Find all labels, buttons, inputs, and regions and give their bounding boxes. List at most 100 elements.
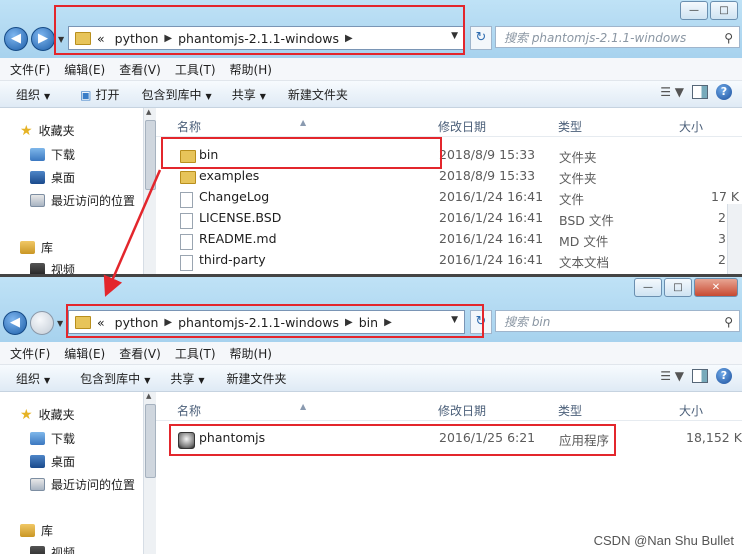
nav-videos[interactable]: 视频: [30, 544, 75, 554]
nav-recent-places[interactable]: 最近访问的位置: [30, 192, 135, 209]
menu-edit[interactable]: 编辑(E): [64, 345, 105, 362]
refresh-button[interactable]: ↻: [470, 26, 492, 50]
preview-pane-icon[interactable]: [692, 369, 708, 383]
menu-view[interactable]: 查看(V): [119, 61, 161, 78]
navigation-pane: ★ 收藏夹 下载 桌面 最近访问的位置 库 视频 ▲: [0, 108, 156, 274]
nav-desktop[interactable]: 桌面: [30, 169, 75, 186]
column-type[interactable]: 类型: [558, 402, 582, 419]
command-bar: 组织 ▼ ▣ 打开 包含到库中 ▼ 共享 ▼ 新建文件夹 ☰ ▼ ?: [0, 81, 742, 108]
recent-places-icon: [30, 478, 45, 491]
column-modified[interactable]: 修改日期: [438, 402, 486, 419]
nav-favorites[interactable]: ★ 收藏夹: [20, 406, 75, 423]
include-in-library-button[interactable]: 包含到库中 ▼: [142, 86, 212, 103]
menu-view[interactable]: 查看(V): [119, 345, 161, 362]
chevron-down-icon: ▼: [205, 91, 212, 101]
navigation-pane: ★ 收藏夹 下载 桌面 最近访问的位置 库 视频 ▲: [0, 392, 156, 554]
column-size[interactable]: 大小: [679, 402, 703, 419]
search-input[interactable]: 搜索 phantomjs-2.1.1-windows ⚲: [495, 26, 740, 48]
nav-library[interactable]: 库: [20, 239, 53, 256]
file-row-examples[interactable]: examples 2018/8/9 15:33 文件夹: [156, 166, 742, 187]
file-row-third-party[interactable]: third-party 2016/1/24 16:41 文本文档 2 K: [156, 250, 742, 271]
scroll-up-icon: ▲: [146, 392, 152, 400]
column-headers: ▲ 名称 修改日期 类型 大小: [156, 114, 742, 137]
search-placeholder: 搜索 bin: [504, 315, 551, 329]
nav-scroll-thumb[interactable]: [145, 120, 156, 190]
nav-scroll-thumb[interactable]: [145, 404, 156, 478]
star-icon: ★: [20, 122, 33, 139]
help-icon[interactable]: ?: [716, 84, 732, 100]
close-button[interactable]: ✕: [694, 278, 738, 297]
menu-bar: 文件(F) 编辑(E) 查看(V) 工具(T) 帮助(H): [0, 58, 742, 81]
highlight-bin-row: [161, 137, 442, 169]
desktop-icon: [30, 455, 45, 468]
videos-icon: [30, 546, 45, 554]
highlight-phantomjs-row: [169, 424, 616, 456]
file-list-scrollbar[interactable]: [727, 204, 742, 274]
new-folder-button[interactable]: 新建文件夹: [227, 370, 287, 387]
recent-pages-dropdown-icon[interactable]: ▼: [57, 319, 63, 328]
menu-help[interactable]: 帮助(H): [230, 61, 272, 78]
maximize-button[interactable]: □: [710, 1, 738, 20]
share-button[interactable]: 共享 ▼: [170, 370, 204, 387]
new-folder-button[interactable]: 新建文件夹: [288, 86, 348, 103]
menu-file[interactable]: 文件(F): [10, 61, 50, 78]
search-icon[interactable]: ⚲: [724, 27, 733, 49]
scroll-up-icon: ▲: [146, 108, 152, 116]
view-options-icon[interactable]: ☰ ▼: [660, 85, 684, 99]
column-name[interactable]: 名称: [177, 402, 201, 419]
column-type[interactable]: 类型: [558, 118, 582, 135]
nav-library[interactable]: 库: [20, 522, 53, 539]
minimize-button[interactable]: —: [634, 278, 662, 297]
organize-button[interactable]: 组织 ▼: [16, 86, 50, 103]
column-modified[interactable]: 修改日期: [438, 118, 486, 135]
preview-pane-icon[interactable]: [692, 85, 708, 99]
organize-button[interactable]: 组织 ▼: [16, 370, 50, 387]
star-icon: ★: [20, 406, 33, 423]
back-button[interactable]: ◀: [4, 27, 28, 51]
file-row-changelog[interactable]: ChangeLog 2016/1/24 16:41 文件 17 K: [156, 187, 742, 208]
menu-help[interactable]: 帮助(H): [230, 345, 272, 362]
share-button[interactable]: 共享 ▼: [232, 86, 266, 103]
menu-tools[interactable]: 工具(T): [175, 61, 216, 78]
view-options-icon[interactable]: ☰ ▼: [660, 369, 684, 383]
forward-button[interactable]: [30, 311, 54, 335]
nav-scrollbar[interactable]: ▲: [143, 392, 156, 554]
nav-downloads[interactable]: 下载: [30, 146, 75, 163]
help-icon[interactable]: ?: [716, 368, 732, 384]
column-size[interactable]: 大小: [679, 118, 703, 135]
search-input[interactable]: 搜索 bin ⚲: [495, 310, 740, 332]
minimize-button[interactable]: —: [680, 1, 708, 20]
nav-favorites[interactable]: ★ 收藏夹: [20, 122, 75, 139]
nav-scrollbar[interactable]: ▲: [143, 108, 156, 274]
nav-videos[interactable]: 视频: [30, 261, 75, 274]
nav-downloads[interactable]: 下载: [30, 430, 75, 447]
videos-icon: [30, 263, 45, 274]
downloads-icon: [30, 148, 45, 161]
menu-tools[interactable]: 工具(T): [175, 345, 216, 362]
open-icon: ▣: [80, 87, 92, 102]
include-in-library-button[interactable]: 包含到库中 ▼: [80, 370, 150, 387]
nav-recent-places[interactable]: 最近访问的位置: [30, 476, 135, 493]
maximize-button[interactable]: □: [664, 278, 692, 297]
file-list: ▲ 名称 修改日期 类型 大小 phantomjs 2016/1/25 6:21…: [156, 392, 742, 554]
search-icon[interactable]: ⚲: [724, 311, 733, 333]
explorer-window-bin: — □ ✕ ◀ ▼ « python ▶ phantomjs-2.1.1-win…: [0, 277, 742, 554]
desktop-icon: [30, 171, 45, 184]
back-button[interactable]: ◀: [3, 311, 27, 335]
menu-file[interactable]: 文件(F): [10, 345, 50, 362]
menu-edit[interactable]: 编辑(E): [64, 61, 105, 78]
sort-arrow-icon: ▲: [300, 402, 307, 411]
highlight-address-box: [66, 304, 484, 338]
library-icon: [20, 524, 35, 537]
column-name[interactable]: 名称: [177, 118, 201, 135]
highlight-address-box: [54, 5, 465, 55]
sort-arrow-icon: ▲: [300, 118, 307, 127]
nav-desktop[interactable]: 桌面: [30, 453, 75, 470]
library-icon: [20, 241, 35, 254]
forward-button[interactable]: ▶: [31, 27, 55, 51]
file-row-license[interactable]: LICENSE.BSD 2016/1/24 16:41 BSD 文件 2 K: [156, 208, 742, 229]
open-button[interactable]: ▣ 打开: [80, 86, 119, 103]
chevron-down-icon: ▼: [44, 91, 51, 101]
command-bar: 组织 ▼ 包含到库中 ▼ 共享 ▼ 新建文件夹 ☰ ▼ ?: [0, 365, 742, 392]
file-row-readme[interactable]: README.md 2016/1/24 16:41 MD 文件 3 K: [156, 229, 742, 250]
